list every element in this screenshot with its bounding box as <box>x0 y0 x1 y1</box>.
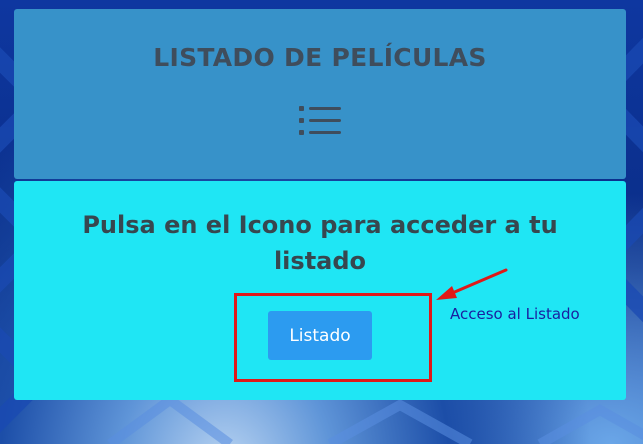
page-title: LISTADO DE PELÍCULAS <box>153 43 487 72</box>
list-icon-graphic <box>299 106 341 135</box>
list-icon[interactable] <box>299 104 341 138</box>
annotation-highlight-box <box>234 293 432 382</box>
header-panel: LISTADO DE PELÍCULAS <box>14 9 626 179</box>
annotation-label: Acceso al Listado <box>450 305 580 323</box>
